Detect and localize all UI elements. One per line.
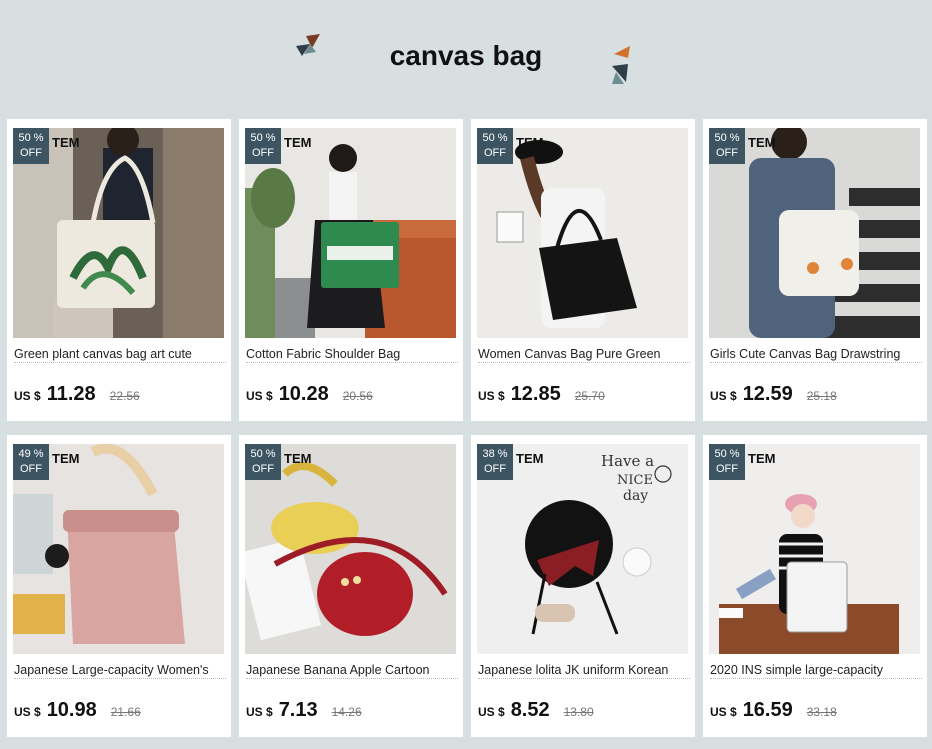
- sale-price: 16.59: [742, 699, 793, 721]
- price-row: US $ 16.59 33.18: [710, 699, 922, 723]
- tag-label: TEM: [748, 135, 776, 150]
- original-price: 25.70: [574, 389, 605, 403]
- original-price: 14.26: [331, 705, 362, 719]
- truncated-text-line: [246, 362, 458, 367]
- currency-label: US $: [246, 389, 273, 403]
- product-card[interactable]: 50 % OFF TEM Japanese Banana Apple Cartoo…: [239, 435, 463, 737]
- product-card[interactable]: 50 % OFF TEM Green plant canvas bag art c…: [7, 119, 231, 421]
- page-title: canvas bag: [389, 40, 543, 71]
- product-grid: 50 % OFF TEM Green plant canvas bag art c…: [7, 119, 927, 737]
- truncated-text-line: [710, 362, 922, 367]
- triangle-decoration-right: [612, 46, 630, 84]
- tag-label: TEM: [52, 451, 80, 466]
- currency-label: US $: [478, 705, 505, 719]
- product-card[interactable]: 50 % OFF TEM Women Canvas Bag Pure Green …: [471, 119, 695, 421]
- tag-label: TEM: [284, 135, 312, 150]
- truncated-text-line: [246, 678, 458, 683]
- price-row: US $ 10.98 21.66: [14, 699, 226, 723]
- price-row: US $ 12.59 25.18: [710, 383, 922, 407]
- sale-price: 7.13: [278, 699, 318, 721]
- handwriting-line-3: day: [623, 488, 648, 504]
- currency-label: US $: [710, 705, 737, 719]
- product-name[interactable]: Japanese Large-capacity Women's: [14, 663, 226, 679]
- product-card[interactable]: 50 % OFF TEM 2020 INS simple large-capaci…: [703, 435, 927, 737]
- currency-label: US $: [478, 389, 505, 403]
- price-row: US $ 11.28 22.56: [14, 383, 226, 407]
- tag-label: TEM: [516, 135, 544, 150]
- truncated-text-line: [710, 678, 922, 683]
- product-card[interactable]: Have a NICE day 38 % OFF TEM Japanese lol…: [471, 435, 695, 737]
- price-row: US $ 7.13 14.26: [246, 699, 458, 723]
- product-name[interactable]: Japanese Banana Apple Cartoon: [246, 663, 458, 679]
- sale-price: 10.28: [278, 383, 329, 405]
- discount-badge: 50 % OFF: [245, 444, 281, 480]
- product-name[interactable]: Girls Cute Canvas Bag Drawstring: [710, 347, 922, 363]
- original-price: 21.66: [110, 705, 141, 719]
- discount-badge: 49 % OFF: [13, 444, 49, 480]
- discount-badge: 50 % OFF: [709, 444, 745, 480]
- currency-label: US $: [14, 705, 41, 719]
- truncated-text-line: [478, 678, 690, 683]
- price-row: US $ 10.28 20.56: [246, 383, 458, 407]
- original-price: 22.56: [109, 389, 140, 403]
- tag-label: TEM: [748, 451, 776, 466]
- truncated-text-line: [14, 362, 226, 367]
- discount-badge: 38 % OFF: [477, 444, 513, 480]
- sale-price: 11.28: [46, 383, 96, 405]
- sale-price: 10.98: [46, 699, 97, 721]
- product-card[interactable]: 50 % OFF TEM Girls Cute Canvas Bag Drawst…: [703, 119, 927, 421]
- truncated-text-line: [14, 678, 226, 683]
- product-name[interactable]: Green plant canvas bag art cute: [14, 347, 226, 363]
- product-card[interactable]: 49 % OFF TEM Japanese Large-capacity Wome…: [7, 435, 231, 737]
- product-name[interactable]: Cotton Fabric Shoulder Bag: [246, 347, 458, 363]
- discount-badge: 50 % OFF: [245, 128, 281, 164]
- discount-badge: 50 % OFF: [13, 128, 49, 164]
- tag-label: TEM: [52, 135, 80, 150]
- discount-badge: 50 % OFF: [477, 128, 513, 164]
- handwriting-line-2: NICE: [617, 473, 653, 488]
- tag-label: TEM: [284, 451, 312, 466]
- sale-price: 12.85: [510, 383, 561, 405]
- truncated-text-line: [478, 362, 690, 367]
- original-price: 25.18: [806, 389, 837, 403]
- sale-price: 12.59: [742, 383, 793, 405]
- original-price: 20.56: [342, 389, 373, 403]
- tag-label: TEM: [516, 451, 544, 466]
- currency-label: US $: [246, 705, 273, 719]
- price-row: US $ 8.52 13.80: [478, 699, 690, 723]
- handwriting-line-1: Have a: [601, 452, 654, 470]
- original-price: 33.18: [806, 705, 837, 719]
- product-name[interactable]: 2020 INS simple large-capacity: [710, 663, 922, 679]
- price-row: US $ 12.85 25.70: [478, 383, 690, 407]
- product-name[interactable]: Women Canvas Bag Pure Green: [478, 347, 690, 363]
- sale-price: 8.52: [510, 699, 550, 721]
- header: canvas bag: [0, 0, 932, 112]
- product-card[interactable]: 50 % OFF TEM Cotton Fabric Shoulder Bag U…: [239, 119, 463, 421]
- original-price: 13.80: [563, 705, 594, 719]
- currency-label: US $: [14, 389, 41, 403]
- discount-badge: 50 % OFF: [709, 128, 745, 164]
- currency-label: US $: [710, 389, 737, 403]
- product-name[interactable]: Japanese lolita JK uniform Korean: [478, 663, 690, 679]
